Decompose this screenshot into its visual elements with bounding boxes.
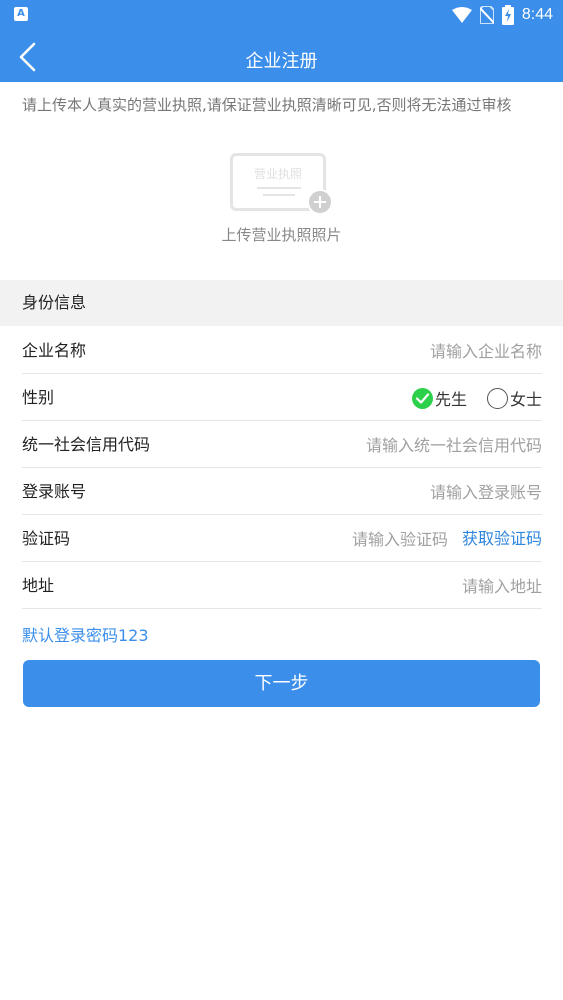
company-name-label: 企业名称: [22, 341, 87, 360]
address-label: 地址: [22, 576, 55, 595]
license-card-text: 营业执照: [253, 167, 302, 181]
nav-bar: 企业注册: [0, 30, 563, 82]
address-input[interactable]: [242, 574, 542, 598]
get-verify-code-button[interactable]: 获取验证码: [462, 515, 542, 562]
plus-circle-icon[interactable]: [307, 189, 333, 215]
company-name-input[interactable]: [242, 339, 542, 363]
system-icons: 8:44: [451, 4, 553, 26]
verify-code-input[interactable]: [248, 527, 448, 551]
page-title: 企业注册: [245, 51, 318, 72]
credit-code-input[interactable]: [242, 433, 542, 457]
row-address: 地址: [22, 562, 542, 609]
upload-notice: 请上传本人真实的营业执照,请保证营业执照清晰可见,否则将无法通过审核: [22, 96, 512, 114]
gender-label: 性别: [22, 388, 55, 407]
gender-option-male[interactable]: 先生: [411, 386, 467, 410]
status-bar: A 8:44: [0, 0, 563, 30]
row-gender: 性别 先生 女士: [22, 374, 542, 421]
gender-female-label: 女士: [509, 390, 542, 409]
battery-charging-icon: [501, 5, 514, 25]
verify-code-label: 验证码: [22, 529, 71, 548]
section-identity-info: 身份信息: [0, 280, 563, 326]
app-notification-icon: A: [14, 7, 28, 21]
gender-male-label: 先生: [434, 390, 467, 409]
default-password-note: 默认登录密码123: [22, 626, 149, 645]
account-label: 登录账号: [22, 482, 87, 501]
radio-empty-icon: [486, 387, 508, 409]
row-credit-code: 统一社会信用代码: [22, 421, 542, 468]
back-chevron-icon[interactable]: [14, 42, 44, 72]
account-input[interactable]: [242, 480, 542, 504]
clock: 8:44: [521, 6, 553, 23]
license-upload-area[interactable]: 营业执照 上传营业执照照片: [0, 148, 563, 248]
row-company-name: 企业名称: [22, 327, 542, 374]
credit-code-label: 统一社会信用代码: [22, 435, 151, 454]
next-step-button[interactable]: 下一步: [23, 660, 540, 707]
gender-selector: 先生 女士: [411, 386, 542, 410]
license-lines: [257, 187, 301, 196]
row-verify-code: 验证码 获取验证码: [22, 515, 542, 562]
upload-label: 上传营业执照照片: [221, 226, 342, 244]
wifi-icon: [451, 7, 472, 23]
gender-option-female[interactable]: 女士: [486, 386, 542, 410]
check-circle-icon: [411, 387, 433, 409]
no-sim-icon: [479, 6, 494, 24]
row-account: 登录账号: [22, 468, 542, 515]
